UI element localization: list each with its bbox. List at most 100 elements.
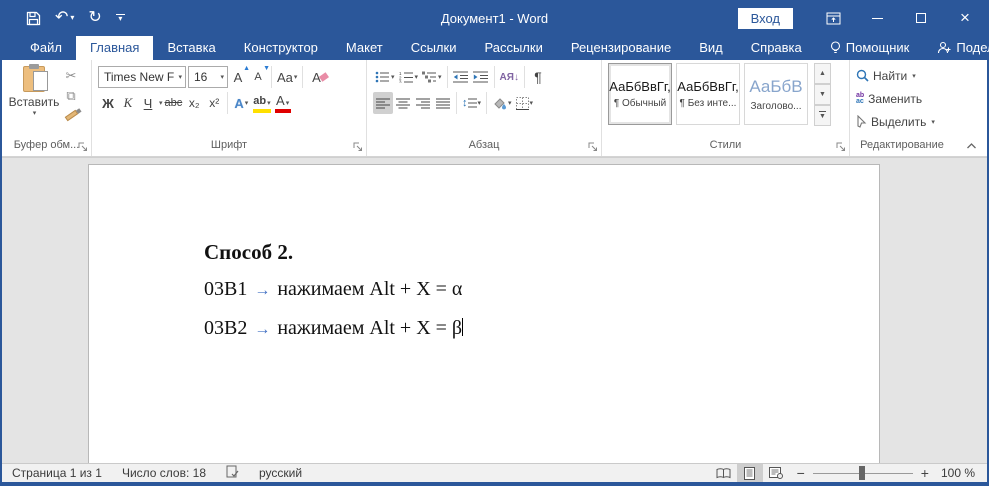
font-dialog-launcher-icon[interactable] (353, 142, 363, 152)
shrink-font-button[interactable]: А▼ (248, 66, 268, 88)
increase-indent-button[interactable] (471, 66, 491, 88)
tab-review[interactable]: Рецензирование (557, 36, 685, 60)
tab-share[interactable]: Поделиться (923, 36, 989, 60)
font-name-combobox[interactable]: Times New F ▾ (98, 66, 186, 88)
borders-button[interactable]: ▾ (514, 92, 536, 114)
bullets-icon (375, 71, 390, 83)
zoom-in-button[interactable]: + (913, 465, 937, 481)
styles-scroll-down-button[interactable]: ▼ (814, 84, 831, 105)
show-hide-marks-button[interactable]: ¶ (528, 66, 548, 88)
tab-assistant[interactable]: Помощник (816, 36, 924, 60)
sort-button[interactable]: АЯ↓ (498, 66, 521, 88)
caret-down-icon: ▼ (819, 91, 826, 98)
tab-file[interactable]: Файл (16, 36, 76, 60)
bullets-button[interactable]: ▾ (373, 66, 397, 88)
align-left-icon (376, 98, 390, 109)
web-layout-button[interactable] (763, 464, 789, 482)
copy-button[interactable]: ⧉ (60, 87, 82, 104)
redo-icon: ↻ (88, 10, 101, 26)
undo-button[interactable]: ↶ ▾ (55, 10, 74, 26)
style-normal[interactable]: АаБбВвГг, ¶ Обычный (608, 63, 672, 125)
tab-layout[interactable]: Макет (332, 36, 397, 60)
tab-insert[interactable]: Вставка (153, 36, 229, 60)
paste-button[interactable]: Вставить ▾ (8, 64, 60, 137)
sort-icon: АЯ↓ (500, 72, 519, 83)
replace-button[interactable]: abac Заменить (856, 87, 950, 110)
style-no-spacing[interactable]: АаБбВвГг, ¶ Без инте... (676, 63, 740, 125)
highlight-button[interactable]: ab ▾ (251, 92, 272, 114)
tab-home[interactable]: Главная (76, 36, 153, 60)
format-painter-icon (64, 110, 78, 122)
redo-button[interactable]: ↻ (88, 10, 101, 26)
find-button[interactable]: Найти ▾ (856, 64, 950, 87)
align-center-button[interactable] (393, 92, 413, 114)
ribbon-display-options-button[interactable] (811, 0, 855, 36)
decrease-indent-button[interactable] (451, 66, 471, 88)
ribbon: Вставить ▾ ✂ ⧉ Буфер обм... (2, 60, 987, 157)
multilevel-list-button[interactable]: ▾ (420, 66, 444, 88)
strikethrough-button[interactable]: abc (163, 92, 185, 114)
paste-dropdown-icon[interactable]: ▾ (33, 109, 37, 117)
maximize-button[interactable] (899, 0, 943, 36)
underline-dropdown-icon[interactable]: ▾ (159, 99, 163, 107)
change-case-button[interactable]: Aa▾ (275, 66, 299, 88)
collapse-ribbon-button[interactable] (966, 142, 977, 153)
print-layout-button[interactable] (737, 464, 763, 482)
undo-dropdown-icon[interactable]: ▾ (70, 14, 74, 22)
format-painter-button[interactable] (60, 107, 82, 124)
language-indicator[interactable]: русский (249, 466, 312, 480)
clipboard-dialog-launcher-icon[interactable] (78, 142, 88, 152)
select-button[interactable]: Выделить ▾ (856, 110, 950, 133)
underline-button[interactable]: Ч (138, 92, 158, 114)
read-mode-button[interactable] (711, 464, 737, 482)
tab-view[interactable]: Вид (685, 36, 737, 60)
grow-font-button[interactable]: А▲ (228, 66, 248, 88)
align-left-button[interactable] (373, 92, 393, 114)
tab-references[interactable]: Ссылки (397, 36, 471, 60)
sign-in-button[interactable]: Вход (738, 8, 793, 29)
font-color-button[interactable]: А ▾ (273, 92, 293, 114)
maximize-icon (916, 13, 926, 23)
zoom-slider-thumb[interactable] (859, 466, 865, 480)
shading-button[interactable]: ▾ (490, 92, 514, 114)
styles-gallery-more-button[interactable]: ▼ (814, 105, 831, 126)
styles-scroll-up-button[interactable]: ▲ (814, 63, 831, 84)
customize-qat-button[interactable]: ▾ (116, 14, 125, 22)
close-button[interactable]: × (943, 0, 987, 36)
paragraph-dialog-launcher-icon[interactable] (588, 142, 598, 152)
superscript-button[interactable]: x² (204, 92, 224, 114)
minimize-button[interactable] (855, 0, 899, 36)
style-heading1[interactable]: АаБбВ Заголово... (744, 63, 808, 125)
word-count-indicator[interactable]: Число слов: 18 (112, 466, 216, 480)
justify-button[interactable] (433, 92, 453, 114)
subscript-button[interactable]: x₂ (184, 92, 204, 114)
italic-button[interactable]: К (118, 92, 138, 114)
line-spacing-button[interactable]: ↕ ▾ (460, 92, 483, 114)
highlight-icon: ab (253, 95, 266, 107)
styles-dialog-launcher-icon[interactable] (836, 142, 846, 152)
proofing-check-icon (226, 465, 239, 478)
font-name-dropdown-icon: ▾ (178, 73, 182, 81)
save-button[interactable] (26, 11, 41, 26)
bold-button[interactable]: Ж (98, 92, 118, 114)
borders-icon (516, 97, 529, 110)
zoom-level-indicator[interactable]: 100 % (937, 466, 987, 480)
tab-help[interactable]: Справка (737, 36, 816, 60)
font-size-dropdown-icon: ▾ (220, 73, 224, 81)
zoom-slider[interactable] (813, 473, 913, 474)
align-right-button[interactable] (413, 92, 433, 114)
tab-mailings[interactable]: Рассылки (470, 36, 556, 60)
copy-icon: ⧉ (66, 88, 75, 104)
text-effects-button[interactable]: А ▾ (231, 92, 251, 114)
word-window: ↶ ▾ ↻ ▾ Документ1 - Word Вход (0, 0, 989, 486)
clear-formatting-button[interactable]: А (306, 66, 326, 88)
document-page[interactable]: Способ 2. 03B1 → нажимаем Alt + X = α 03… (88, 164, 880, 463)
cut-button[interactable]: ✂ (60, 67, 82, 84)
page-count-indicator[interactable]: Страница 1 из 1 (2, 466, 112, 480)
zoom-out-button[interactable]: − (789, 465, 813, 481)
font-size-combobox[interactable]: 16 ▾ (188, 66, 228, 88)
proofing-status-button[interactable] (216, 465, 249, 481)
tab-design[interactable]: Конструктор (230, 36, 332, 60)
numbering-icon: 123 (399, 71, 414, 83)
numbering-button[interactable]: 123 ▾ (397, 66, 421, 88)
